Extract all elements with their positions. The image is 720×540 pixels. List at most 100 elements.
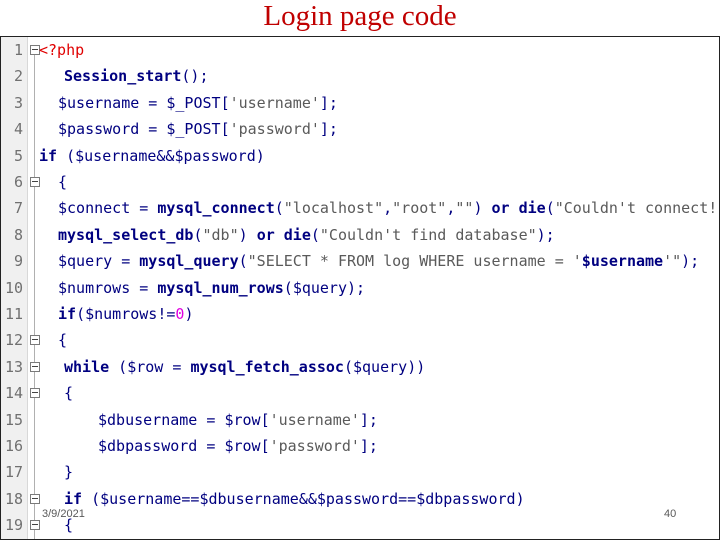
line-number: 18 — [4, 489, 23, 508]
code-line[interactable]: 14 { — [1, 380, 719, 406]
line-number: 2 — [13, 67, 23, 86]
code-token: $_POST — [166, 93, 221, 112]
code-line[interactable]: 6{ — [1, 169, 719, 195]
fold-toggle-icon[interactable] — [30, 520, 40, 531]
code-token: ( — [274, 199, 284, 218]
code-token: = — [197, 410, 225, 429]
code-token: $row — [127, 357, 164, 376]
code-token: $username — [58, 93, 140, 112]
code-text: $query = mysql_query("SELECT * FROM log … — [58, 248, 699, 274]
line-number: 7 — [13, 199, 23, 218]
code-token: if — [39, 146, 58, 165]
code-token: $username — [75, 146, 157, 165]
code-token: or — [256, 225, 275, 244]
code-token: ]; — [319, 120, 338, 139]
line-number: 15 — [4, 410, 23, 429]
code-text: $username = $_POST['username']; — [58, 90, 338, 116]
code-token: = — [130, 199, 158, 218]
line-number: 14 — [4, 384, 23, 403]
code-token: $query — [292, 278, 347, 297]
code-line[interactable]: 1 <?php — [1, 37, 719, 63]
code-token: ) — [255, 146, 265, 165]
code-token: die — [518, 199, 546, 218]
code-line[interactable]: 2 Session_start(); — [1, 63, 719, 89]
code-line[interactable]: 11 if($numrows!=0) — [1, 301, 719, 327]
code-line[interactable]: 17} — [1, 459, 719, 485]
code-token: [ — [260, 410, 270, 429]
code-token: ]; — [359, 410, 378, 429]
code-line[interactable]: 9 $query = mysql_query("SELECT * FROM log… — [1, 248, 719, 274]
code-token: if — [58, 305, 77, 323]
fold-toggle-icon[interactable] — [30, 361, 40, 372]
code-token: $dbusername — [199, 489, 299, 508]
code-token: = — [130, 278, 158, 297]
code-text: $password = $_POST['password']; — [58, 116, 338, 142]
code-token: $numrows — [58, 278, 131, 297]
code-line[interactable]: 5 if ($username&&$password) — [1, 143, 719, 169]
code-token: )) — [407, 357, 426, 376]
code-token: "" — [455, 199, 474, 218]
code-token: $password — [316, 489, 399, 508]
code-token: } — [64, 463, 74, 482]
slide-title: Login page code — [263, 0, 457, 32]
code-token: ); — [681, 252, 700, 271]
code-text: $numrows = mysql_num_rows($query); — [58, 275, 365, 301]
code-token: = — [163, 357, 191, 376]
code-text: Session_start(); — [64, 63, 209, 89]
code-token: <?php — [39, 41, 85, 59]
code-text: if($numrows!=0) — [58, 301, 193, 327]
code-token: ) — [473, 199, 492, 218]
code-text: } — [64, 459, 73, 485]
code-token: if — [64, 489, 83, 508]
code-line[interactable]: 3 $username = $_POST['username']; — [1, 90, 719, 116]
fold-toggle-icon[interactable] — [30, 493, 40, 504]
code-text: while ($row = mysql_fetch_assoc($query)) — [64, 354, 425, 380]
slide-page-number: 40 — [664, 508, 677, 520]
code-token: [ — [220, 93, 230, 112]
fold-toggle-icon[interactable] — [30, 177, 40, 187]
line-number: 8 — [13, 225, 23, 244]
code-editor[interactable]: 1 <?php 2 Session_start(); 3 $username = $_PO… — [0, 36, 720, 540]
code-token: ( — [193, 225, 203, 244]
code-line[interactable]: 4 $password = $_POST['password']; — [1, 116, 719, 142]
code-token: $password — [174, 146, 256, 165]
code-token: ); — [536, 225, 555, 244]
code-token: && — [298, 489, 317, 508]
line-number: 16 — [4, 437, 23, 455]
slide-date: 3/9/2021 — [42, 508, 85, 520]
code-text: $dbusername = $row['username']; — [98, 407, 378, 433]
code-token: , — [383, 199, 393, 218]
code-token: ( — [82, 489, 101, 508]
code-token: $connect — [58, 199, 131, 218]
code-line[interactable]: 7 $connect = mysql_connect("localhost","r… — [1, 195, 719, 221]
code-line[interactable]: 13 while ($row = mysql_fetch_assoc($query… — [1, 354, 719, 380]
line-number: 19 — [4, 516, 23, 535]
code-line[interactable]: 18 if ($username==$dbusername&&$password=… — [1, 486, 719, 512]
code-line[interactable]: 19{ — [1, 512, 719, 538]
line-number: 13 — [4, 357, 23, 376]
fold-toggle-icon[interactable] — [30, 335, 40, 346]
line-number: 1 — [13, 41, 23, 59]
code-line[interactable]: 10 $numrows = mysql_num_rows($query); — [1, 275, 719, 301]
line-number: 4 — [13, 120, 23, 139]
code-text: mysql_select_db("db") or die("Couldn't f… — [58, 222, 555, 248]
code-line[interactable]: 12 { — [1, 327, 719, 353]
code-token: [ — [220, 120, 230, 139]
code-text: { — [64, 380, 73, 406]
code-text: { — [58, 169, 67, 195]
fold-toggle-icon[interactable] — [30, 388, 40, 399]
code-token: ( — [109, 357, 128, 376]
code-line[interactable]: 16 $dbpassword = $row['password']; — [1, 433, 719, 459]
code-line[interactable]: 8 mysql_select_db("db") or die("Couldn't … — [1, 222, 719, 248]
code-token: ) — [515, 489, 525, 508]
code-token: mysql_connect — [157, 199, 275, 218]
code-token: $numrows — [85, 305, 158, 323]
line-number: 9 — [13, 252, 23, 271]
code-token: or — [491, 199, 510, 218]
code-line[interactable]: 15 $dbusername = $row['username']; — [1, 407, 719, 433]
code-token: { — [64, 384, 74, 403]
code-token: ( — [76, 305, 86, 323]
code-token: $dbusername — [98, 410, 198, 429]
code-token: $row — [224, 437, 261, 455]
